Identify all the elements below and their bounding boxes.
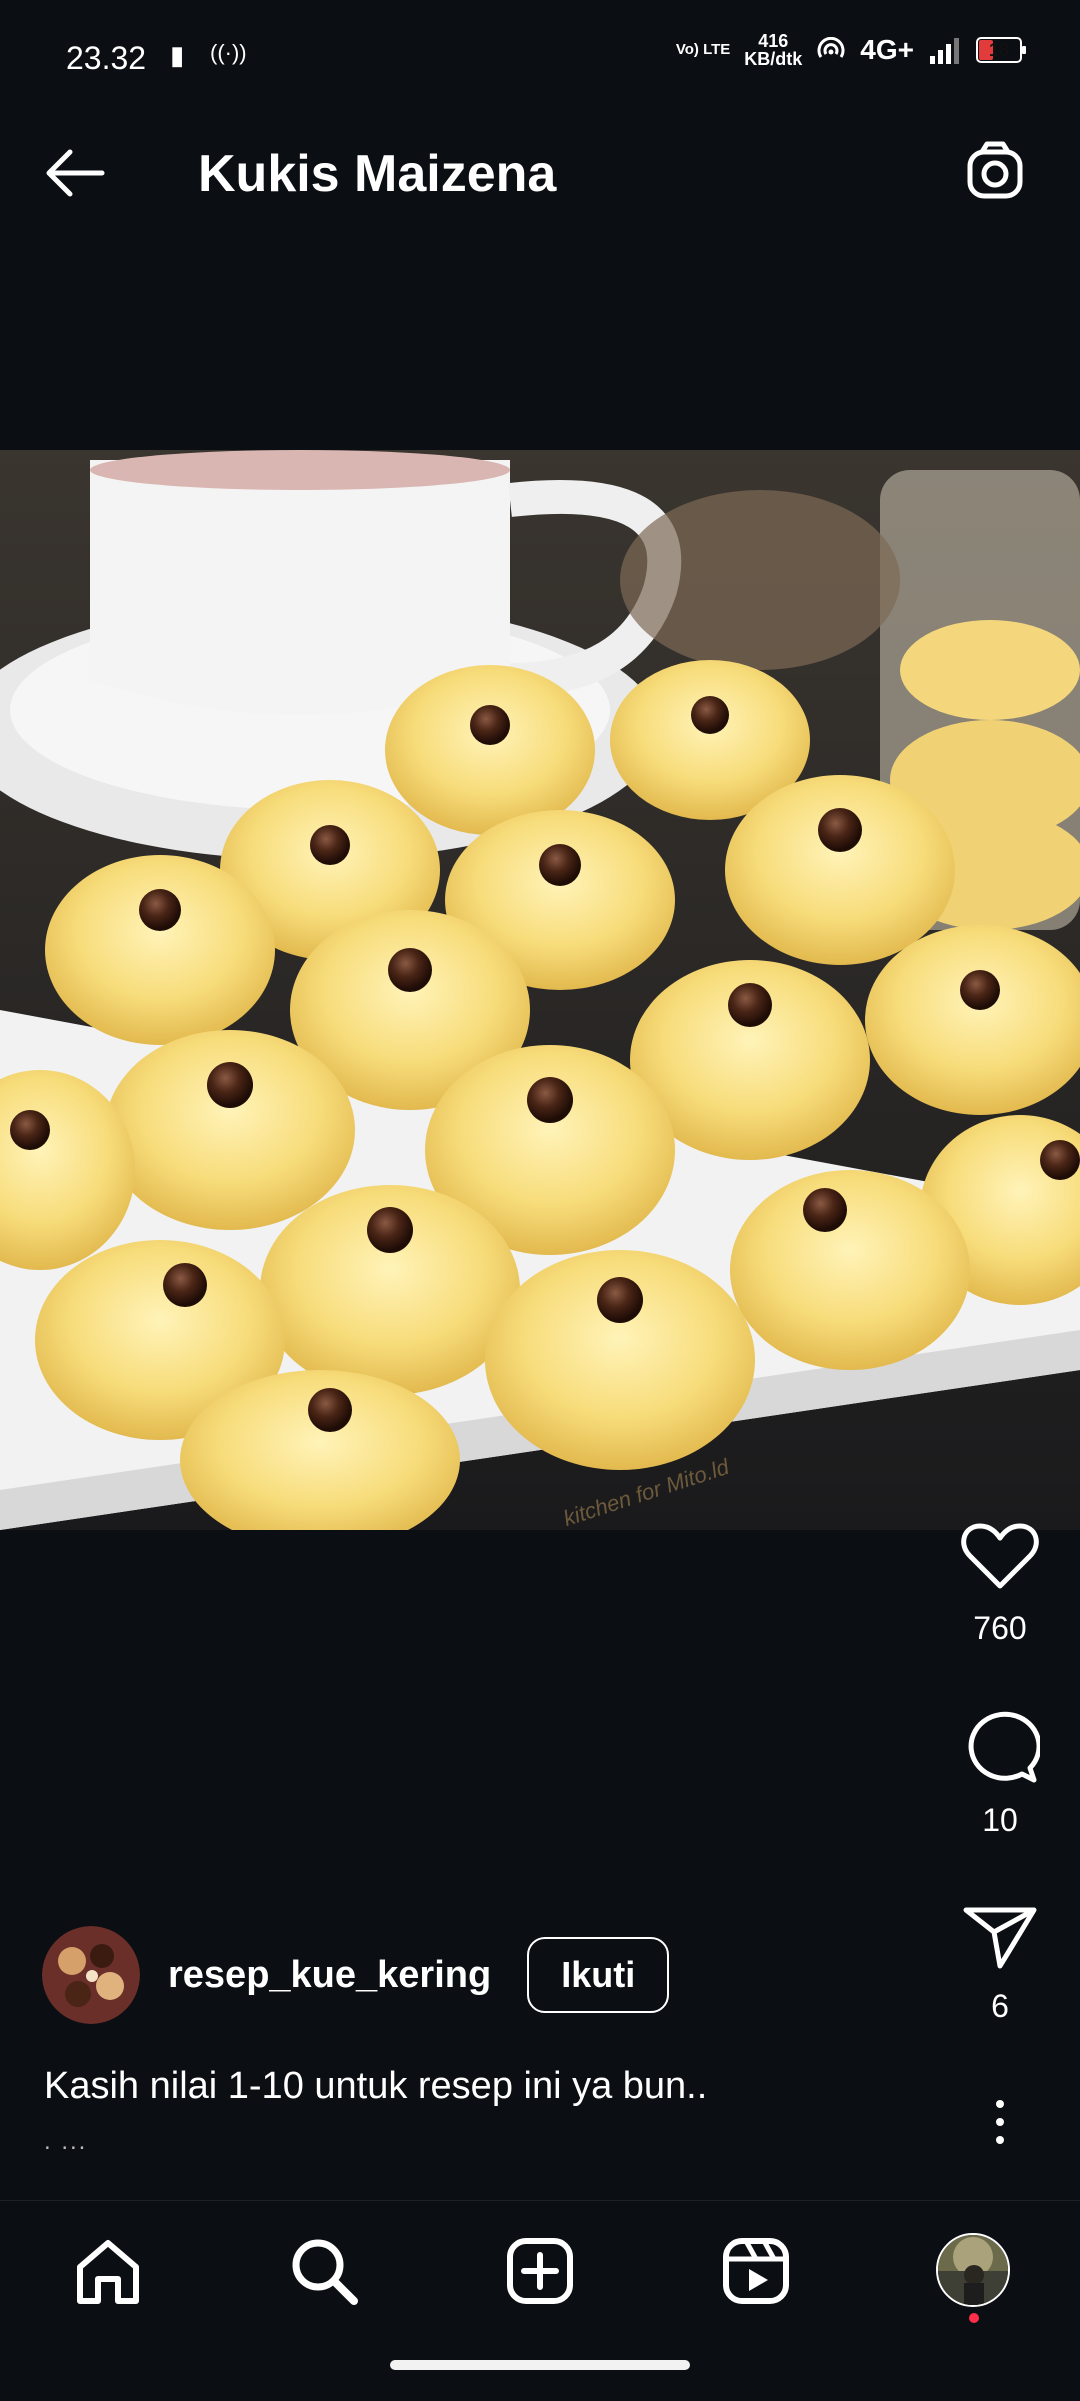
add-icon[interactable] bbox=[500, 2231, 580, 2311]
share-count: 6 bbox=[991, 1988, 1009, 2024]
camera-icon[interactable] bbox=[960, 138, 1030, 208]
reels-icon[interactable] bbox=[716, 2231, 796, 2311]
more-vertical-icon[interactable] bbox=[980, 2098, 1020, 2148]
bottom-navigation bbox=[0, 2200, 1080, 2401]
signal-icon bbox=[930, 38, 959, 64]
net-speed-unit: KB/dtk bbox=[744, 49, 803, 69]
battery-alert-icon: ▮ bbox=[170, 40, 185, 70]
cookie-photo bbox=[0, 450, 1080, 1530]
profile-avatar-image bbox=[938, 2235, 1008, 2305]
battery-icon: 18 bbox=[976, 37, 1026, 63]
send-icon[interactable] bbox=[960, 1904, 1040, 1970]
volte-indicator: Vo) LTE bbox=[675, 41, 731, 58]
avatar-image bbox=[42, 1926, 140, 2024]
author-avatar[interactable] bbox=[42, 1926, 140, 2024]
status-time: 23.32 bbox=[66, 40, 147, 76]
post-caption[interactable]: Kasih nilai 1-10 untuk resep ini ya bun.… bbox=[44, 2065, 707, 2108]
post-author: resep_kue_kering Ikuti bbox=[42, 1925, 670, 2025]
status-bar: 23.32 ▮ ((·)) Vo) LTE 416 KB/dtk 4G+ 18 bbox=[0, 0, 1080, 90]
battery-level: 18 bbox=[988, 40, 1010, 60]
follow-button[interactable]: Ikuti bbox=[527, 1937, 670, 2013]
post-image[interactable] bbox=[0, 450, 1080, 1530]
hotspot-icon: ((·)) bbox=[210, 40, 247, 65]
heart-icon[interactable] bbox=[960, 1520, 1040, 1592]
page-title: Kukis Maizena bbox=[198, 145, 557, 203]
net-speed: 416 KB/dtk bbox=[744, 32, 802, 68]
status-right: Vo) LTE 416 KB/dtk 4G+ 18 bbox=[675, 32, 1026, 68]
notification-dot bbox=[969, 2313, 979, 2323]
profile-avatar[interactable] bbox=[936, 2233, 1010, 2307]
top-bar: Kukis Maizena bbox=[0, 118, 1080, 228]
gesture-home-bar[interactable] bbox=[390, 2360, 690, 2370]
network-type: 4G+ bbox=[860, 34, 914, 65]
net-speed-value: 416 bbox=[758, 31, 789, 51]
comment-icon[interactable] bbox=[960, 1708, 1040, 1784]
caption-more[interactable]: . ... bbox=[44, 2128, 87, 2156]
hotspot-signal-icon bbox=[817, 37, 845, 58]
search-icon[interactable] bbox=[284, 2231, 364, 2311]
comment-count: 10 bbox=[982, 1802, 1018, 1838]
back-arrow-icon[interactable] bbox=[40, 138, 110, 208]
author-username[interactable]: resep_kue_kering bbox=[168, 1954, 491, 1997]
share-action[interactable]: 6 bbox=[920, 1904, 1080, 2025]
like-action[interactable]: 760 bbox=[920, 1520, 1080, 1647]
home-icon[interactable] bbox=[68, 2231, 148, 2311]
like-count: 760 bbox=[973, 1610, 1027, 1646]
comment-action[interactable]: 10 bbox=[920, 1708, 1080, 1839]
